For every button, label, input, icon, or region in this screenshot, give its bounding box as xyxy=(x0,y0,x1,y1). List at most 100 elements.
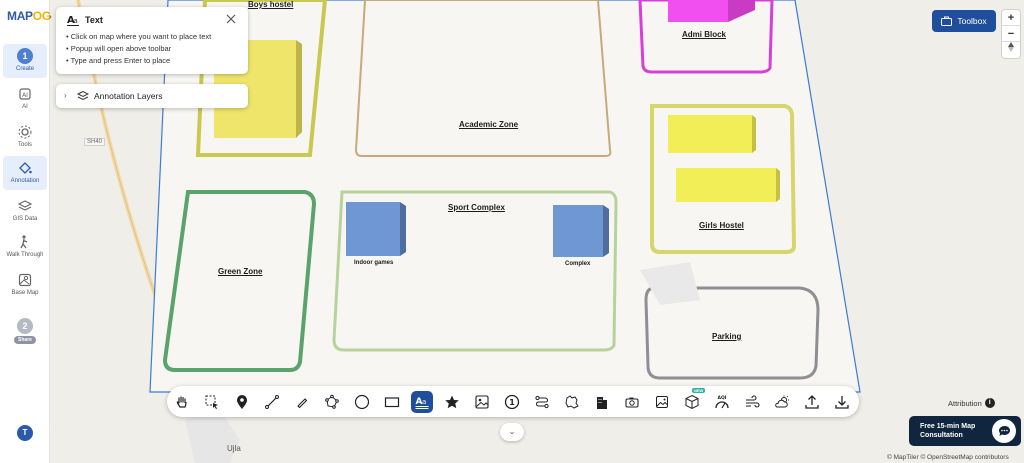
sidebar-item-ai[interactable]: AI AI xyxy=(3,86,47,114)
attribution-button[interactable]: Attribution i xyxy=(948,398,995,408)
info-icon: i xyxy=(984,398,995,408)
toolbox-button[interactable]: Toolbox xyxy=(932,10,996,32)
tool-buildings[interactable] xyxy=(591,391,613,413)
consultation-line-1: Free 15-min Map xyxy=(920,423,976,430)
close-icon[interactable] xyxy=(226,14,236,24)
chat-bubble-icon xyxy=(998,425,1010,436)
sidebar-item-label: Walk Through xyxy=(6,252,44,258)
chevron-right-icon[interactable]: › xyxy=(64,91,67,100)
tool-region[interactable] xyxy=(561,391,583,413)
attribution-label: Attribution xyxy=(948,398,982,408)
compass-button[interactable] xyxy=(1002,42,1020,58)
indoor-games-building xyxy=(346,202,400,256)
toolbox-label: Toolbox xyxy=(957,16,987,26)
tool-polygon[interactable] xyxy=(321,391,343,413)
sidebar-item-annotation[interactable]: Annotation xyxy=(3,156,47,190)
user-avatar[interactable]: T xyxy=(17,425,33,441)
label-girls-hostel: Girls Hostel xyxy=(699,221,744,230)
tool-select[interactable] xyxy=(201,391,223,413)
svg-text:1: 1 xyxy=(509,398,515,407)
label-academic-zone: Academic Zone xyxy=(459,120,519,129)
tool-upload[interactable] xyxy=(801,391,823,413)
tool-image[interactable] xyxy=(471,391,493,413)
rectangle-icon xyxy=(384,397,400,408)
layers-stack-icon xyxy=(17,200,33,211)
tool-photo-overlay[interactable] xyxy=(651,391,673,413)
tool-freehand[interactable] xyxy=(291,391,313,413)
chat-button[interactable] xyxy=(992,419,1016,443)
sidebar-item-gis-data[interactable]: GIS Data xyxy=(3,198,47,226)
tool-numbered-marker[interactable]: 1 xyxy=(501,391,523,413)
tool-3d-model[interactable] xyxy=(681,391,703,413)
number-one-icon: 1 xyxy=(504,394,520,410)
photo-icon xyxy=(656,396,668,408)
line-icon xyxy=(265,395,279,409)
sidebar-item-label: Tools xyxy=(17,142,32,148)
sidebar-item-create[interactable]: 1 Create xyxy=(3,44,47,78)
zoom-in-button[interactable]: + xyxy=(1002,10,1020,26)
svg-text:AQI: AQI xyxy=(718,395,727,401)
sidebar-item-label: GIS Data xyxy=(12,216,38,222)
step-2-badge: 2 xyxy=(17,318,33,334)
sidebar-item-base-map[interactable]: Base Map xyxy=(3,272,47,300)
weather-icon xyxy=(775,395,789,408)
consultation-banner[interactable]: Free 15-min Map Consultation xyxy=(909,416,1021,446)
left-sidebar: MAPOG › 1 Create AI AI Tools Annotation … xyxy=(0,0,52,463)
tool-download[interactable] xyxy=(831,391,853,413)
zoom-out-button[interactable]: − xyxy=(1002,26,1020,42)
expand-toolbar-button[interactable]: ⌄ xyxy=(500,423,524,441)
text-tool-tips: • Click on map where you want to place t… xyxy=(66,31,211,67)
region-icon xyxy=(565,395,579,409)
compass-icon xyxy=(1008,42,1014,52)
label-admin-block: Admi Block xyxy=(682,30,727,39)
tool-route[interactable] xyxy=(531,391,553,413)
ai-icon: AI xyxy=(19,88,31,100)
layers-icon xyxy=(77,90,89,101)
drawing-toolbar: Aa 1 AQI xyxy=(167,386,859,417)
map-pin-icon xyxy=(237,395,247,409)
annotation-layers-label: Annotation Layers xyxy=(94,91,163,101)
tool-aqi[interactable]: AQI xyxy=(711,391,733,413)
svg-text:AI: AI xyxy=(22,92,28,99)
text-tool-icon: Aa xyxy=(67,15,79,26)
tool-symbol[interactable] xyxy=(441,391,463,413)
collapse-sidebar-icon[interactable]: › xyxy=(49,12,52,21)
tool-camera[interactable] xyxy=(621,391,643,413)
star-icon xyxy=(445,395,459,409)
sidebar-item-label: Create xyxy=(15,66,34,72)
building-icon xyxy=(597,397,607,409)
label-indoor-games: Indoor games xyxy=(354,260,394,266)
tool-circle[interactable] xyxy=(351,391,373,413)
sidebar-item-tools[interactable]: Tools xyxy=(3,124,47,152)
label-parking: Parking xyxy=(712,332,742,341)
sidebar-item-label: Share xyxy=(14,336,36,344)
hand-icon xyxy=(176,396,187,408)
consultation-line-2: Consultation xyxy=(920,432,963,439)
sidebar-item-label: Base Map xyxy=(11,290,39,296)
tool-weather[interactable] xyxy=(771,391,793,413)
sidebar-item-share[interactable]: 2 Share xyxy=(3,314,47,348)
road-label-sh40: SH40 xyxy=(84,138,106,146)
route-icon xyxy=(535,395,549,409)
green-zone xyxy=(162,190,317,372)
wind-icon xyxy=(746,395,760,408)
download-icon xyxy=(835,396,849,409)
text-tool-icon: Aa xyxy=(415,397,429,409)
tool-text[interactable]: Aa xyxy=(411,391,433,413)
new-badge: NEW xyxy=(692,388,706,393)
sidebar-item-walk-through[interactable]: Walk Through xyxy=(3,234,47,264)
image-icon xyxy=(475,395,489,409)
tool-pan[interactable] xyxy=(171,391,193,413)
label-boys-hostel: Boys hostel xyxy=(248,0,294,9)
tool-rectangle[interactable] xyxy=(381,391,403,413)
label-complex: Complex xyxy=(565,261,591,267)
sidebar-item-label: AI xyxy=(22,104,28,110)
toolbox-icon xyxy=(941,16,953,26)
tool-marker[interactable] xyxy=(231,391,253,413)
chevron-down-icon: ⌄ xyxy=(508,427,516,436)
tool-wind[interactable] xyxy=(741,391,763,413)
tool-line[interactable] xyxy=(261,391,283,413)
annotation-layers-panel[interactable]: › Annotation Layers xyxy=(56,84,248,108)
circle-icon xyxy=(354,394,370,410)
step-1-badge: 1 xyxy=(17,48,33,64)
